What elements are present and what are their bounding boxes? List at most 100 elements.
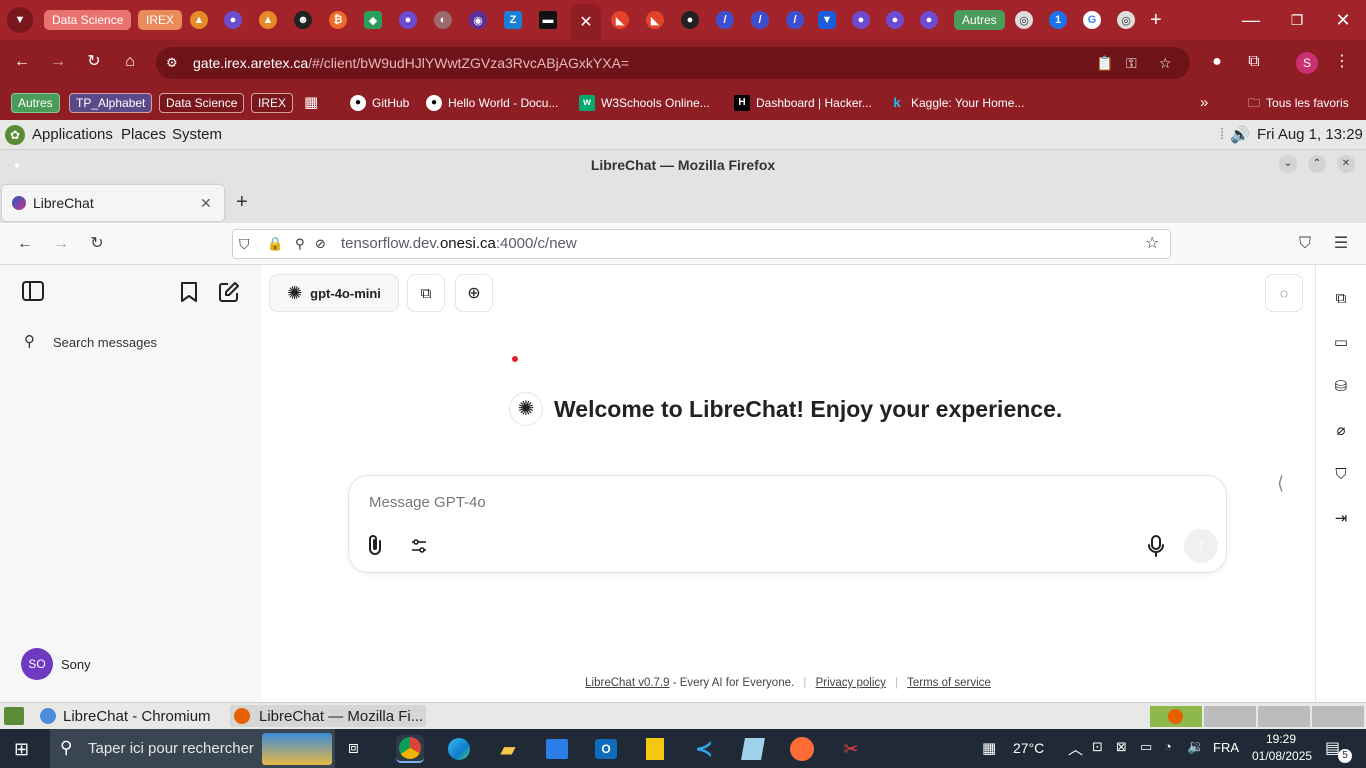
database-icon[interactable]: ⛁	[1329, 375, 1353, 399]
shield-icon[interactable]: ⛉	[239, 230, 250, 258]
chrome-address-bar[interactable]: ⚙ gate.irex.aretex.ca/#/client/bW9udHJlY…	[156, 47, 1190, 79]
taskbar-vscode[interactable]: ≺	[690, 735, 718, 763]
menu-places[interactable]: Places	[121, 126, 166, 143]
tab-group-irex[interactable]: IREX	[138, 8, 183, 32]
taskbar-powerbi[interactable]	[641, 735, 669, 763]
tab-group-data-science[interactable]: Data Science	[44, 8, 132, 32]
menu-applications[interactable]: Applications	[32, 126, 113, 143]
bookmark-hackerrank[interactable]: H Dashboard | Hacker...	[734, 92, 872, 114]
tab-favicon[interactable]: ●	[399, 8, 417, 32]
tab-favicon[interactable]: ₿	[329, 8, 347, 32]
tab-favicon[interactable]: Z	[504, 8, 522, 32]
workspace-3[interactable]	[1258, 706, 1310, 727]
apps-grid-icon[interactable]: ▦	[304, 92, 318, 114]
extension-icon[interactable]: ●	[1206, 52, 1228, 74]
menu-system[interactable]: System	[172, 126, 222, 143]
agents-icon[interactable]: ⧉	[1329, 287, 1353, 311]
show-desktop-icon[interactable]	[4, 707, 24, 725]
new-chat-icon[interactable]	[217, 281, 241, 305]
reload-icon[interactable]: ↻	[86, 233, 108, 255]
wifi-icon[interactable]: ◔	[1164, 739, 1172, 754]
tray-notify-icon[interactable]: ⊠	[1116, 739, 1127, 755]
workspace-4[interactable]	[1312, 706, 1364, 727]
model-selector-button[interactable]: ✺ gpt-4o-mini	[269, 274, 399, 312]
tab-favicon[interactable]: ☻	[294, 8, 312, 32]
volume-icon[interactable]: 🔊	[1230, 125, 1250, 145]
tab-favicon[interactable]: /	[716, 8, 734, 32]
forward-arrow-icon[interactable]: →	[50, 233, 72, 255]
search-messages-box[interactable]: ⚲ Search messages	[14, 329, 248, 355]
bookmark-github[interactable]: ● GitHub	[350, 92, 409, 114]
ff-maximize-button[interactable]: ⌃	[1308, 155, 1326, 173]
firefox-url-bar[interactable]: ⛉ 🔒 ⚲ ⊘ tensorflow.dev.onesi.ca:4000/c/n…	[232, 229, 1171, 259]
send-button[interactable]: ↑	[1184, 529, 1218, 563]
close-icon[interactable]: ✕	[200, 185, 212, 221]
attach-file-icon[interactable]	[367, 534, 383, 562]
taskbar-postman[interactable]	[788, 735, 816, 763]
reload-icon[interactable]: ↻	[83, 52, 105, 74]
prompts-icon[interactable]: ▭	[1329, 331, 1353, 355]
panel-clock[interactable]: Fri Aug 1, 13:29	[1257, 126, 1363, 143]
bookmark-folder-autres[interactable]: Autres	[11, 92, 60, 114]
new-tab-button[interactable]: +	[1150, 8, 1162, 32]
taskbar-search-box[interactable]: ⚲ Taper ici pour rechercher	[50, 729, 335, 768]
star-icon[interactable]: ☆	[1159, 47, 1172, 79]
taskbar-edge[interactable]	[445, 735, 473, 763]
tab-favicon[interactable]: ◐	[434, 8, 452, 32]
tab-librechat[interactable]: LibreChat ✕	[2, 185, 224, 221]
tab-favicon[interactable]: ●	[224, 8, 242, 32]
taskbar-store[interactable]	[543, 735, 571, 763]
forward-arrow-icon[interactable]: →	[47, 52, 69, 74]
new-tab-button[interactable]: +	[236, 191, 248, 214]
profile-avatar[interactable]: S	[1296, 52, 1318, 74]
tab-favicon[interactable]: G	[1083, 8, 1101, 32]
tab-favicon[interactable]: ●	[920, 8, 938, 32]
version-link[interactable]: LibreChat v0.7.9	[585, 677, 669, 689]
ff-close-button[interactable]: ✕	[1337, 155, 1355, 173]
workspace-1[interactable]	[1150, 706, 1202, 727]
taskbar-outlook[interactable]: O	[592, 735, 620, 763]
gnome-logo-icon[interactable]: ✿	[5, 125, 25, 145]
user-name[interactable]: Sony	[61, 657, 91, 672]
bookmarks-icon[interactable]: ⛉	[1329, 463, 1353, 487]
clipboard-icon[interactable]: 📋	[1096, 47, 1113, 79]
bookmark-icon[interactable]	[177, 281, 201, 305]
tab-favicon[interactable]: ◆	[364, 8, 382, 32]
window-list-item-chromium[interactable]: LibreChat - Chromium	[36, 705, 226, 727]
temporary-chat-button[interactable]: ◌	[1265, 274, 1303, 312]
terms-link[interactable]: Terms of service	[907, 677, 991, 689]
bookmark-hello-world[interactable]: ● Hello World - Docu...	[426, 92, 558, 114]
tray-app-icon[interactable]: ⊡	[1092, 739, 1103, 755]
tab-favicon[interactable]: ◣	[646, 8, 664, 32]
insecure-lock-icon[interactable]: 🔒	[267, 230, 283, 258]
tab-favicon[interactable]: ◎	[1117, 8, 1135, 32]
tab-favicon[interactable]: ◣	[611, 8, 629, 32]
settings-sliders-icon[interactable]	[411, 538, 427, 558]
attachments-icon[interactable]: ⌀	[1329, 419, 1353, 443]
site-info-icon[interactable]: ⚙	[166, 47, 178, 79]
permissions-icon[interactable]: ⚲	[295, 230, 305, 258]
weather-temp[interactable]: 27°C	[1013, 740, 1044, 756]
tab-favicon[interactable]: /	[786, 8, 804, 32]
tab-favicon[interactable]: ◎	[1015, 8, 1033, 32]
bookmarks-overflow-icon[interactable]: »	[1200, 92, 1208, 114]
bookmark-folder-tp-alphabet[interactable]: TP_Alphabet	[69, 92, 153, 114]
tab-favicon[interactable]: ●	[852, 8, 870, 32]
search-input[interactable]: Search messages	[53, 335, 157, 350]
more-menu-icon[interactable]: ⋮	[1331, 52, 1353, 74]
key-icon[interactable]: ⚿	[1126, 47, 1137, 79]
tab-favicon[interactable]: ▬	[539, 8, 557, 32]
taskbar-explorer[interactable]: ▰	[494, 735, 522, 763]
volume-icon[interactable]: 🔉	[1187, 738, 1204, 755]
tab-favicon[interactable]: /	[751, 8, 769, 32]
minimize-button[interactable]: —	[1228, 8, 1274, 32]
bookmark-kaggle[interactable]: k Kaggle: Your Home...	[889, 92, 1024, 114]
maximize-button[interactable]: ❐	[1274, 8, 1320, 32]
language-indicator[interactable]: FRA	[1213, 740, 1239, 755]
tab-group-autres[interactable]: Autres	[954, 8, 1005, 32]
back-arrow-icon[interactable]: ←	[14, 233, 36, 255]
privacy-policy-link[interactable]: Privacy policy	[816, 677, 886, 689]
puzzle-icon[interactable]: ⧉	[1243, 52, 1265, 74]
taskbar-chrome[interactable]	[396, 735, 424, 763]
tab-favicon[interactable]: ▼	[818, 8, 836, 32]
